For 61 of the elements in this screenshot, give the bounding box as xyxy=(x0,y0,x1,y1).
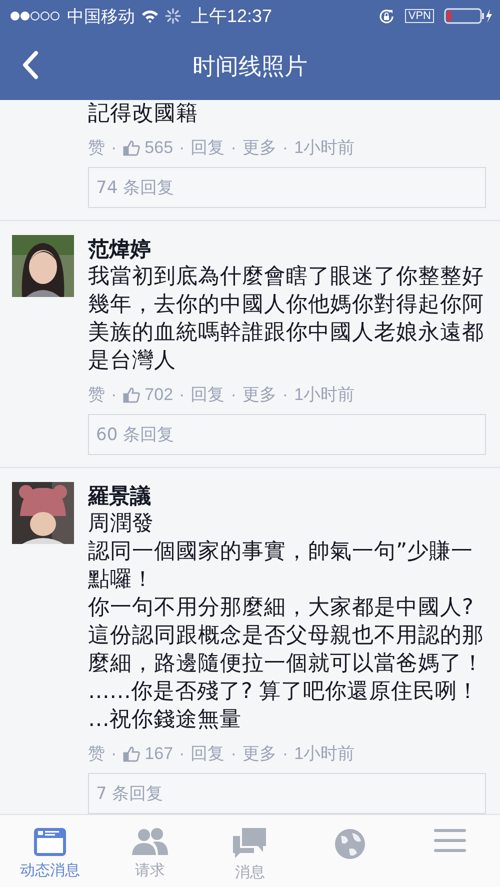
comment-text: 這份認同跟概念是否父母親也不用認的那麼細，路邊隨便拉一個就可以當爸媽了！ xyxy=(88,622,485,678)
thumbs-up-icon xyxy=(122,386,140,402)
carrier-name: 中国移动 xyxy=(67,6,135,28)
action-link[interactable]: 更多 xyxy=(242,136,276,159)
comment-time: 1小时前 xyxy=(294,137,355,159)
globe-icon xyxy=(333,827,367,861)
comment-text: 我當初到底為什麼會瞎了眼迷了你整整好幾年，去你的中國人你他媽你對得起你阿美族的血統嗎幹誰跟你中國人老娘永遠都是台灣人 xyxy=(88,263,485,375)
action-link[interactable]: 回复 xyxy=(190,742,225,765)
menu-icon xyxy=(434,827,466,855)
separator-dot: · xyxy=(230,744,236,764)
page-title: 时间线照片 xyxy=(192,52,308,82)
chat-bubbles-icon xyxy=(232,827,268,859)
rotation-lock-icon xyxy=(378,8,396,24)
commenter-name[interactable]: 范煒婷 xyxy=(88,235,151,263)
feed-tab[interactable]: 动态消息 xyxy=(0,815,100,887)
spinner-icon xyxy=(165,8,181,24)
separator-dot: · xyxy=(111,744,117,764)
separator-dot: · xyxy=(179,138,185,158)
action-link[interactable]: 更多 xyxy=(242,383,276,406)
action-link[interactable]: 回复 xyxy=(190,136,225,159)
separator-dot: · xyxy=(179,744,185,764)
friends-tab[interactable]: 请求 xyxy=(100,815,200,887)
thumbs-up-icon xyxy=(122,140,140,156)
like-count: 565 xyxy=(144,138,174,158)
action-link[interactable]: 回复 xyxy=(190,383,225,406)
clock-time: 上午12:37 xyxy=(191,5,272,28)
action-link[interactable]: 赞 xyxy=(88,383,105,406)
comment-text: ……你是否殘了? 算了吧你還原住民咧！ xyxy=(88,678,480,706)
replies-button[interactable]: 60 条回复 xyxy=(88,414,486,455)
tagged-name[interactable]: 周潤發 xyxy=(88,510,154,538)
separator-dot: · xyxy=(282,138,288,158)
replies-button[interactable]: 7 条回复 xyxy=(88,773,486,814)
action-link[interactable]: 赞 xyxy=(88,742,105,765)
action-link[interactable]: 更多 xyxy=(242,742,276,765)
comment-text: 記得改國籍 xyxy=(88,100,198,128)
comment-text: 認同一個國家的事實，帥氣一句”少賺一點囉！ xyxy=(88,538,474,594)
comment-text: …祝你錢途無量 xyxy=(88,706,242,734)
separator-dot: · xyxy=(111,138,117,158)
vpn-badge: VPN xyxy=(405,9,434,23)
thumbs-up-icon xyxy=(122,746,140,762)
messages-tab[interactable]: 消息 xyxy=(200,815,300,887)
signal-icon xyxy=(9,10,61,22)
separator-dot: · xyxy=(179,384,185,404)
wifi-icon xyxy=(141,9,159,23)
news-feed-icon xyxy=(33,827,67,857)
separator-dot: · xyxy=(230,384,236,404)
comment-time: 1小时前 xyxy=(294,743,355,765)
comment-text: 你一句不用分那麼細，大家都是中國人? xyxy=(88,594,474,622)
action-link[interactable]: 赞 xyxy=(88,136,105,159)
separator-dot: · xyxy=(111,384,117,404)
people-icon xyxy=(131,827,169,857)
commenter-name[interactable]: 羅景議 xyxy=(88,482,151,510)
separator-dot: · xyxy=(282,744,288,764)
back-chevron-icon xyxy=(20,50,40,80)
replies-button[interactable]: 74 条回复 xyxy=(88,167,486,208)
battery-icon xyxy=(444,8,492,24)
separator-dot: · xyxy=(282,384,288,404)
like-count: 167 xyxy=(144,744,174,764)
separator-dot: · xyxy=(230,138,236,158)
comment-time: 1小时前 xyxy=(294,384,355,406)
like-count: 702 xyxy=(144,384,174,404)
